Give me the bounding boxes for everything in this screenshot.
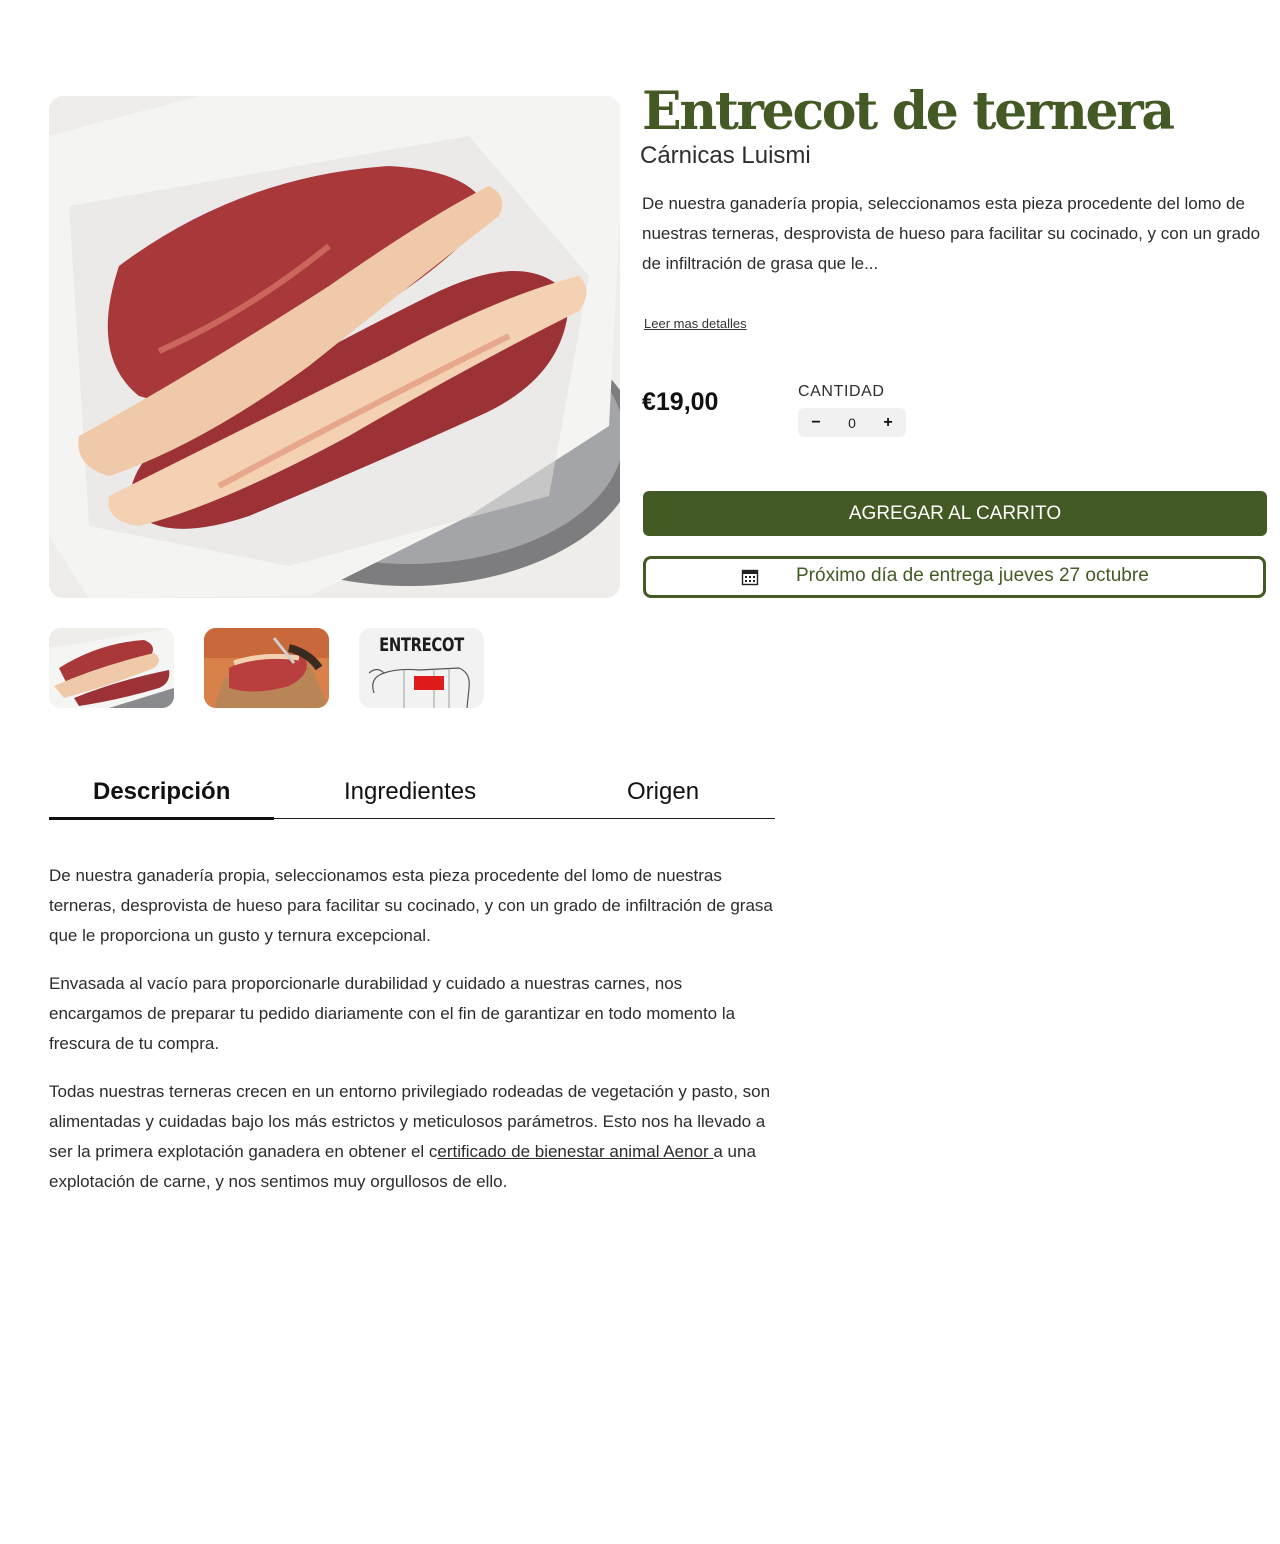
product-price: €19,00 xyxy=(642,388,719,416)
product-vendor: Cárnicas Luismi xyxy=(640,142,811,169)
quantity-label: CANTIDAD xyxy=(798,383,885,400)
product-short-description: De nuestra ganadería propia, seleccionam… xyxy=(642,194,1261,273)
main-product-image[interactable] xyxy=(49,96,620,598)
quantity-stepper: − + xyxy=(798,408,906,437)
certificate-link[interactable]: ertificado de bienestar animal Aenor xyxy=(437,1142,713,1161)
add-to-cart-button[interactable]: AGREGAR AL CARRITO xyxy=(643,491,1267,536)
thumbnail-entrecot-plate[interactable] xyxy=(49,628,174,708)
thumbnail-cutting-meat[interactable] xyxy=(204,628,329,708)
active-tab-indicator xyxy=(49,817,274,820)
description-paragraph: De nuestra ganadería propia, seleccionam… xyxy=(49,866,773,945)
tab-ingredients[interactable]: Ingredientes xyxy=(344,778,476,806)
calendar-icon xyxy=(741,569,759,586)
product-tabs: Descripción Ingredientes Origen xyxy=(49,774,775,820)
description-paragraph: Envasada al vacío para proporcionarle du… xyxy=(49,974,736,1053)
tab-description[interactable]: Descripción xyxy=(93,778,230,806)
thumbnail-cut-diagram[interactable]: ENTRECOT xyxy=(359,628,484,708)
product-title: Entrecot de ternera xyxy=(642,81,1175,142)
description-paragraph: Todas nuestras terneras crecen en un ent… xyxy=(49,1077,777,1197)
quantity-decrease-button[interactable]: − xyxy=(810,408,822,437)
quantity-input[interactable] xyxy=(837,414,867,431)
quantity-increase-button[interactable]: + xyxy=(882,408,894,437)
read-more-link[interactable]: Leer mas detalles xyxy=(644,316,747,331)
tab-origin[interactable]: Origen xyxy=(627,778,699,806)
description-panel: De nuestra ganadería propia, seleccionam… xyxy=(49,861,777,1215)
delivery-date-banner: Próximo día de entrega jueves 27 octubre xyxy=(643,556,1266,598)
delivery-date-text: Próximo día de entrega jueves 27 octubre xyxy=(796,565,1149,586)
